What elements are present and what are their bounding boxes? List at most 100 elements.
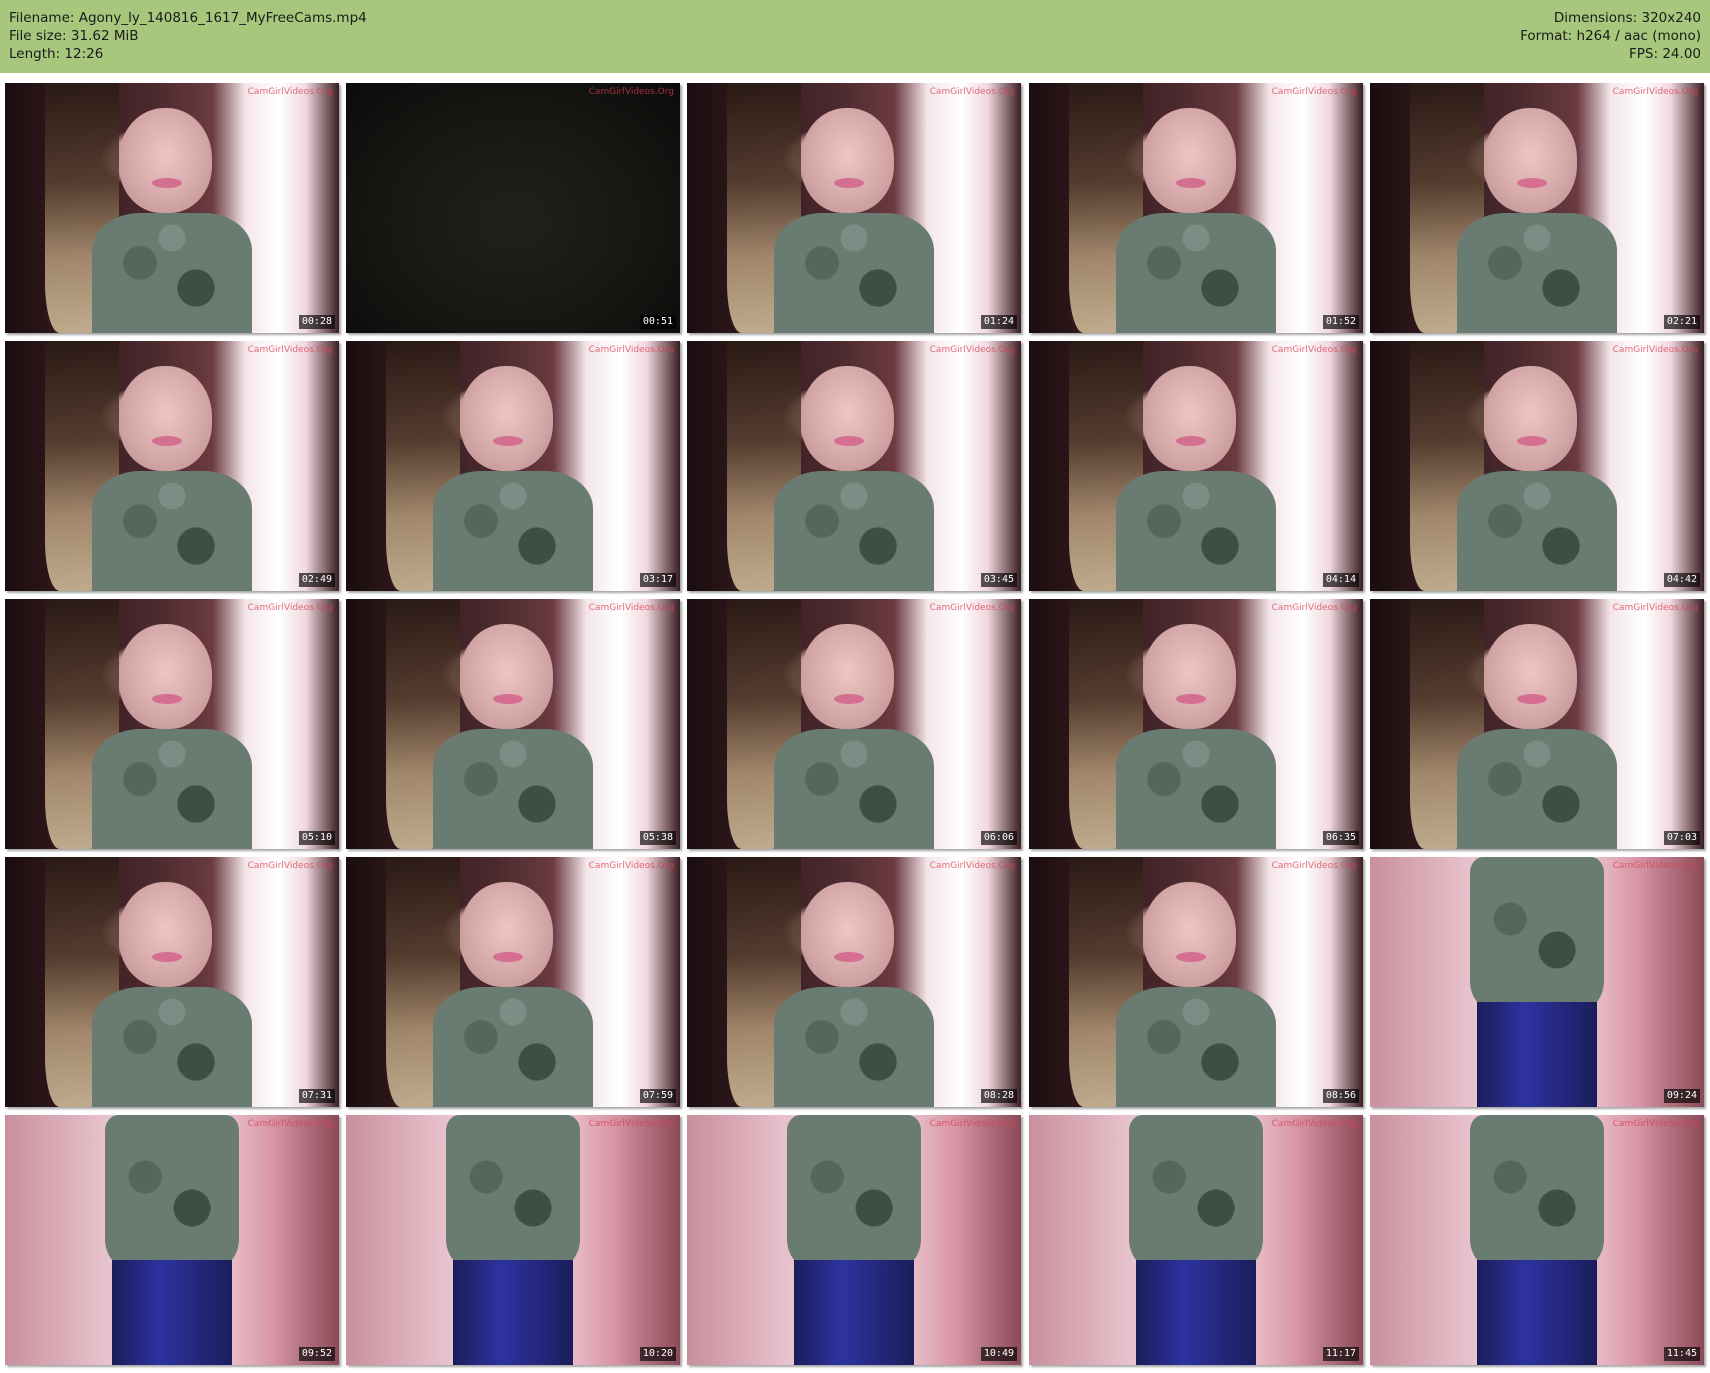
- scene-torso: [1129, 1115, 1263, 1270]
- scene-face: [118, 624, 213, 729]
- timestamp-label: 11:45: [1663, 1347, 1700, 1361]
- thumbnail-image: [1370, 1115, 1704, 1365]
- thumbnail: CamGirlVideos.Org 01:24: [687, 83, 1021, 333]
- scene-shirt: [773, 471, 935, 591]
- thumbnail: CamGirlVideos.Org 01:52: [1029, 83, 1363, 333]
- watermark: CamGirlVideos.Org: [247, 345, 333, 355]
- watermark: CamGirlVideos.Org: [588, 861, 674, 871]
- timestamp-label: 00:51: [639, 315, 676, 329]
- watermark: CamGirlVideos.Org: [1612, 603, 1698, 613]
- thumbnail: CamGirlVideos.Org 04:42: [1370, 341, 1704, 591]
- scene-shirt: [1115, 729, 1277, 849]
- scene-torso: [787, 1115, 921, 1270]
- watermark: CamGirlVideos.Org: [588, 87, 674, 97]
- thumbnail: CamGirlVideos.Org 08:56: [1029, 857, 1363, 1107]
- thumbnail: CamGirlVideos.Org 05:10: [5, 599, 339, 849]
- format-label: Format: h264 / aac (mono): [1520, 28, 1701, 44]
- thumbnail: CamGirlVideos.Org 02:21: [1370, 83, 1704, 333]
- thumbnail-image: [346, 341, 680, 591]
- scene-lips: [151, 952, 182, 962]
- scene-legs: [793, 1260, 915, 1365]
- watermark: CamGirlVideos.Org: [1612, 861, 1698, 871]
- scene-shirt: [773, 213, 935, 333]
- filename-label: Filename: Agony_ly_140816_1617_MyFreeCam…: [9, 10, 367, 26]
- scene-face: [1483, 108, 1578, 213]
- scene-face: [800, 108, 895, 213]
- thumbnail: CamGirlVideos.Org 09:24: [1370, 857, 1704, 1107]
- timestamp-label: 00:28: [298, 315, 335, 329]
- file-info-right: Dimensions: 320x240 Format: h264 / aac (…: [1520, 9, 1701, 63]
- scene-shirt: [1456, 471, 1618, 591]
- scene-shirt: [432, 987, 594, 1107]
- timestamp-label: 07:59: [639, 1089, 676, 1103]
- thumbnail: CamGirlVideos.Org 03:17: [346, 341, 680, 591]
- thumbnail: CamGirlVideos.Org 07:59: [346, 857, 680, 1107]
- timestamp-label: 05:10: [298, 831, 335, 845]
- watermark: CamGirlVideos.Org: [1271, 345, 1357, 355]
- scene-shirt: [1115, 471, 1277, 591]
- scene-face: [800, 882, 895, 987]
- thumbnail-image: [1370, 599, 1704, 849]
- thumbnail-image: [346, 599, 680, 849]
- scene-shirt: [1115, 987, 1277, 1107]
- watermark: CamGirlVideos.Org: [1271, 87, 1357, 97]
- scene-face: [118, 366, 213, 471]
- watermark: CamGirlVideos.Org: [1612, 1119, 1698, 1129]
- watermark: CamGirlVideos.Org: [1271, 1119, 1357, 1129]
- timestamp-label: 03:17: [639, 573, 676, 587]
- scene-lips: [833, 178, 864, 188]
- thumbnail: CamGirlVideos.Org 03:45: [687, 341, 1021, 591]
- scene-shirt: [91, 729, 253, 849]
- thumbnail: CamGirlVideos.Org 10:49: [687, 1115, 1021, 1365]
- scene-torso: [105, 1115, 239, 1270]
- scene-lips: [1175, 952, 1206, 962]
- scene-face: [459, 366, 554, 471]
- scene-legs: [111, 1260, 233, 1365]
- thumbnail-image: [5, 599, 339, 849]
- thumbnail-image: [687, 83, 1021, 333]
- scene-shirt: [432, 729, 594, 849]
- thumbnail: CamGirlVideos.Org 07:03: [1370, 599, 1704, 849]
- thumbnail-image: [1370, 83, 1704, 333]
- thumbnail-image: [687, 857, 1021, 1107]
- thumbnail: CamGirlVideos.Org 09:52: [5, 1115, 339, 1365]
- scene-lips: [1175, 694, 1206, 704]
- dimensions-label: Dimensions: 320x240: [1553, 10, 1701, 26]
- scene-shirt: [773, 729, 935, 849]
- scene-lips: [151, 436, 182, 446]
- scene-shirt: [773, 987, 935, 1107]
- watermark: CamGirlVideos.Org: [588, 345, 674, 355]
- timestamp-label: 08:56: [1322, 1089, 1359, 1103]
- scene-lips: [1175, 436, 1206, 446]
- timestamp-label: 05:38: [639, 831, 676, 845]
- timestamp-label: 04:42: [1663, 573, 1700, 587]
- thumbnail-image: [5, 857, 339, 1107]
- scene-face: [1483, 624, 1578, 729]
- watermark: CamGirlVideos.Org: [588, 1119, 674, 1129]
- timestamp-label: 04:14: [1322, 573, 1359, 587]
- scene-lips: [492, 952, 523, 962]
- watermark: CamGirlVideos.Org: [929, 1119, 1015, 1129]
- scene-lips: [1516, 178, 1547, 188]
- timestamp-label: 01:52: [1322, 315, 1359, 329]
- scene-shirt: [1456, 729, 1618, 849]
- timestamp-label: 08:28: [980, 1089, 1017, 1103]
- scene-legs: [1476, 1002, 1598, 1107]
- watermark: CamGirlVideos.Org: [588, 603, 674, 613]
- scene-shirt: [91, 987, 253, 1107]
- info-header: Filename: Agony_ly_140816_1617_MyFreeCam…: [0, 0, 1710, 73]
- watermark: CamGirlVideos.Org: [929, 603, 1015, 613]
- thumbnail-image: [346, 857, 680, 1107]
- thumbnail-image: [1029, 857, 1363, 1107]
- thumbnail: CamGirlVideos.Org 06:35: [1029, 599, 1363, 849]
- thumbnail: CamGirlVideos.Org 00:28: [5, 83, 339, 333]
- watermark: CamGirlVideos.Org: [247, 861, 333, 871]
- watermark: CamGirlVideos.Org: [1271, 603, 1357, 613]
- scene-shirt: [1115, 213, 1277, 333]
- timestamp-label: 03:45: [980, 573, 1017, 587]
- watermark: CamGirlVideos.Org: [929, 345, 1015, 355]
- watermark: CamGirlVideos.Org: [1612, 345, 1698, 355]
- thumbnail-image: [5, 83, 339, 333]
- thumbnail-image: [1370, 341, 1704, 591]
- thumbnail-image: [5, 341, 339, 591]
